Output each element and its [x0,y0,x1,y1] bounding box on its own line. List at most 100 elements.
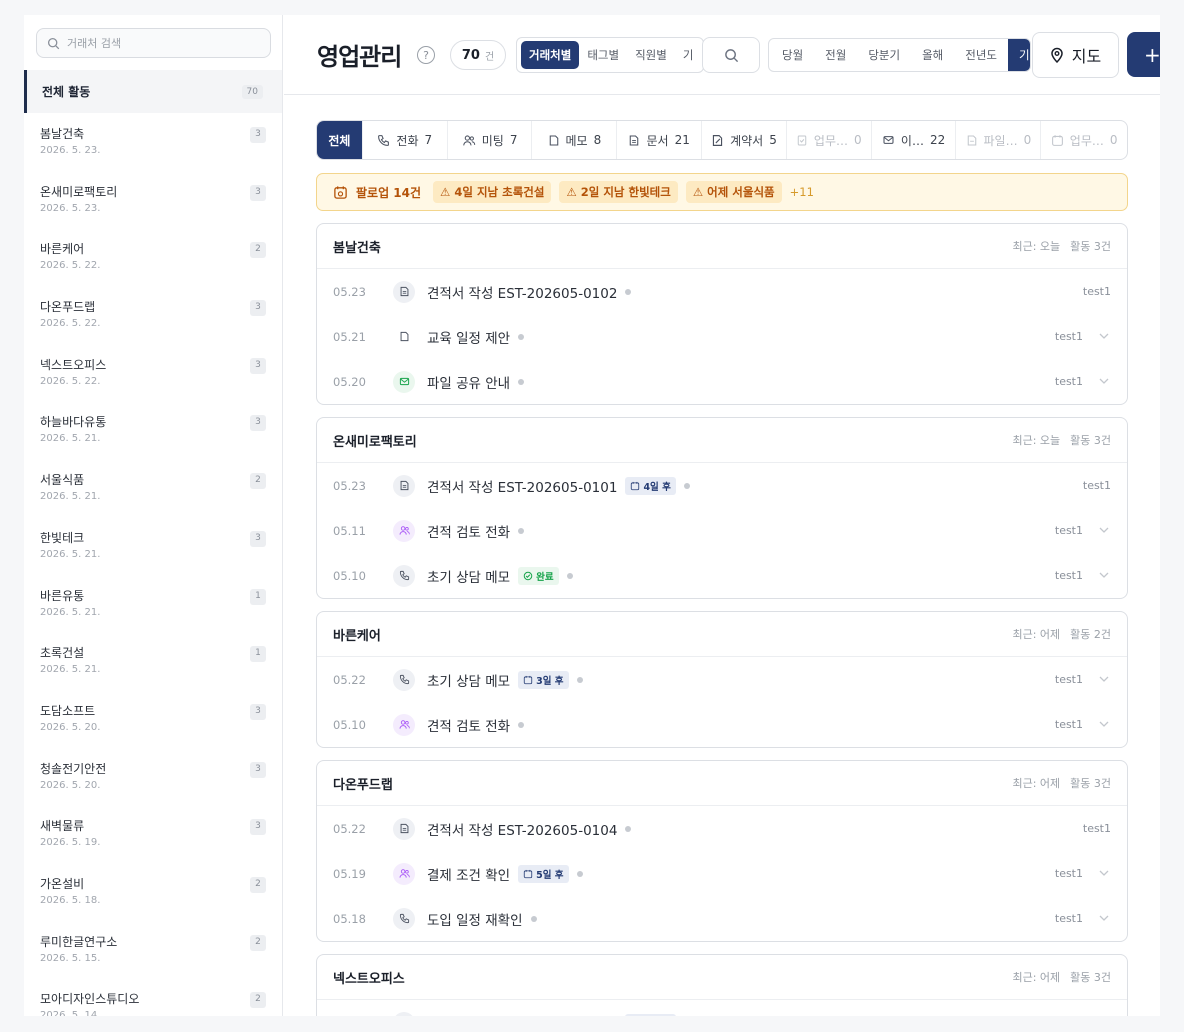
activity-row[interactable]: 05.22 견적서 작성 EST-202605-0104 test1 [317,806,1127,851]
activity-row[interactable]: 05.20 파일 공유 안내 test1 [317,359,1127,404]
chevron-down-icon[interactable] [1099,377,1109,385]
client-last-date: 2026. 5. 22. [40,375,101,387]
activity-row[interactable]: 05.22견적서 작성 EST-202605-01031일 후test1 [317,1000,1127,1016]
sidebar-item-client[interactable]: 다온푸드랩 2026. 5. 22. 3 [24,286,282,344]
client-activity-card: 다온푸드랩 최근: 어제 활동 3건 05.22 견적서 작성 EST-202605-0… [316,760,1128,942]
group-by-more[interactable]: 기 [675,41,702,69]
client-name: 바른케어 [40,242,85,257]
memo-icon [548,134,560,147]
task-icon [796,134,808,147]
filter-tab[interactable]: 이… 22 [872,121,957,159]
sidebar-item-client[interactable]: 루미한글연구소 2026. 5. 15. 2 [24,921,282,979]
sidebar-item-client[interactable]: 한빛테크 2026. 5. 21. 3 [24,517,282,575]
sidebar-item-client[interactable]: 바른케어 2026. 5. 22. 2 [24,228,282,286]
filter-tab[interactable]: 업무… 0 [787,121,872,159]
client-last-date: 2026. 5. 22. [40,318,101,330]
card-header[interactable]: 다온푸드랩 최근: 어제 활동 3건 [317,761,1127,806]
card-meta: 최근: 어제 활동 3건 [1012,775,1111,791]
mail-icon [393,370,415,393]
period-last-month[interactable]: 전월 [814,39,857,71]
activity-date: 05.22 [333,821,366,836]
total-count: 70 [461,47,480,63]
due-badge-label: 5일 후 [536,869,564,881]
sidebar-item-client[interactable]: 새벽물류 2026. 5. 19. 3 [24,805,282,863]
activity-title: 초기 상담 메모 [427,673,511,690]
chevron-down-icon[interactable] [1099,675,1109,683]
client-search-box[interactable] [36,28,271,58]
client-name: 다온푸드랩 [40,300,96,315]
activity-date: 05.21 [333,329,366,344]
filter-tab[interactable]: 전화 7 [363,121,448,159]
filter-tab[interactable]: 메모 8 [532,121,618,159]
activity-row[interactable]: 05.10 초기 상담 메모 완료 test1 [317,553,1127,598]
activity-row[interactable]: 05.11 견적 검토 전화 test1 [317,508,1127,553]
sidebar-item-client[interactable]: 모아디자인스튜디오 2026. 5. 14. 2 [24,978,282,1016]
activity-date: 05.11 [333,523,366,538]
card-header[interactable]: 넥스트오피스 최근: 어제 활동 3건 [317,955,1127,1000]
filter-tab-count: 22 [929,133,946,147]
period-this-year[interactable]: 올해 [911,39,954,71]
activity-row[interactable]: 05.10 견적 검토 전화 test1 [317,702,1127,747]
filter-tab[interactable]: 파일… 0 [956,121,1042,159]
filter-tab[interactable]: 계약서 5 [702,121,787,159]
sidebar-item-client[interactable]: 하늘바다유통 2026. 5. 21. 3 [24,401,282,459]
activity-row[interactable]: 05.19 결제 조건 확인 5일 후 test1 [317,851,1127,896]
client-info: 봄날건축 2026. 5. 23. [40,125,100,171]
status-badge-label: 완료 [536,571,554,583]
followup-chip[interactable]: ⚠ 어제 서울식품 [685,181,782,203]
chevron-down-icon[interactable] [1099,571,1109,579]
activity-row[interactable]: 05.18 도입 일정 재확인 test1 [317,896,1127,941]
sidebar-item-client[interactable]: 청솔전기안전 2026. 5. 20. 3 [24,748,282,806]
followup-more[interactable]: +11 [790,185,814,199]
chevron-down-icon[interactable] [1099,526,1109,534]
activity-row[interactable]: 05.22 초기 상담 메모 3일 후 test1 [317,657,1127,702]
sidebar-item-client[interactable]: 초록건설 2026. 5. 21. 1 [24,632,282,690]
followup-chip[interactable]: ⚠ 2일 지남 한빛테크 [559,181,678,203]
chevron-down-icon[interactable] [1099,869,1109,877]
help-icon[interactable]: ? [417,46,435,64]
filter-tab[interactable]: 전체 [317,121,363,159]
activity-date: 05.22 [333,672,366,687]
map-button[interactable]: 지도 [1032,32,1119,78]
period-this-month[interactable]: 당월 [771,39,814,71]
group-by-tag[interactable]: 태그별 [579,41,627,69]
card-header[interactable]: 온새미로팩토리 최근: 오늘 활동 3건 [317,418,1127,463]
activity-title: 견적서 작성 EST-202605-0103 [427,1013,617,1017]
sidebar-item-client[interactable]: 서울식품 2026. 5. 21. 2 [24,459,282,517]
client-last-date: 2026. 5. 23. [40,202,101,214]
sidebar-item-client[interactable]: 온새미로팩토리 2026. 5. 23. 3 [24,171,282,229]
filter-tab[interactable]: 문서 21 [617,121,703,159]
card-client-name: 바른케어 [333,628,381,644]
sidebar-item-all[interactable]: 전체 활동 70 [24,70,282,113]
filter-tab[interactable]: 업무… 0 [1041,121,1127,159]
activity-row[interactable]: 05.23 견적서 작성 EST-202605-0101 4일 후 test1 [317,463,1127,508]
activity-row[interactable]: 05.23 견적서 작성 EST-202605-0102 test1 [317,269,1127,314]
client-activity-count: 3 [250,761,266,778]
chevron-down-icon[interactable] [1099,720,1109,728]
client-name: 청솔전기안전 [40,761,107,776]
sidebar-item-client[interactable]: 넥스트오피스 2026. 5. 22. 3 [24,344,282,402]
group-by-staff[interactable]: 직원별 [627,41,675,69]
followup-chip[interactable]: ⚠ 4일 지남 초록건설 [433,181,552,203]
header-search-button[interactable] [702,37,760,73]
client-list: 봄날건축 2026. 5. 23. 3 온새미로팩토리 2026. 5. 23. 3 바른케… [24,113,282,1016]
chevron-down-icon[interactable] [1099,332,1109,340]
add-activity-button[interactable]: + [1127,32,1160,77]
card-header[interactable]: 바른케어 최근: 어제 활동 2건 [317,612,1127,657]
sidebar-item-client[interactable]: 도담소프트 2026. 5. 20. 3 [24,690,282,748]
period-last-year[interactable]: 전년도 [954,39,1008,71]
client-search-input[interactable] [67,36,247,50]
sidebar-item-client[interactable]: 봄날건축 2026. 5. 23. 3 [24,113,282,171]
period-this-quarter[interactable]: 당분기 [857,39,911,71]
sidebar-item-client[interactable]: 가온설비 2026. 5. 18. 2 [24,863,282,921]
group-by-client[interactable]: 거래처별 [521,41,580,69]
file-icon [966,134,978,147]
card-header[interactable]: 봄날건축 최근: 오늘 활동 3건 [317,224,1127,269]
sidebar-item-client[interactable]: 바른유통 2026. 5. 21. 1 [24,575,282,633]
client-name: 새벽물류 [40,819,85,834]
activity-row[interactable]: 05.21 교육 일정 제안 test1 [317,314,1127,359]
filter-tab[interactable]: 미팅 7 [448,121,533,159]
filter-tab-label: 이… [900,133,924,148]
chevron-down-icon[interactable] [1099,914,1109,922]
period-custom[interactable]: 기 [1008,39,1030,71]
